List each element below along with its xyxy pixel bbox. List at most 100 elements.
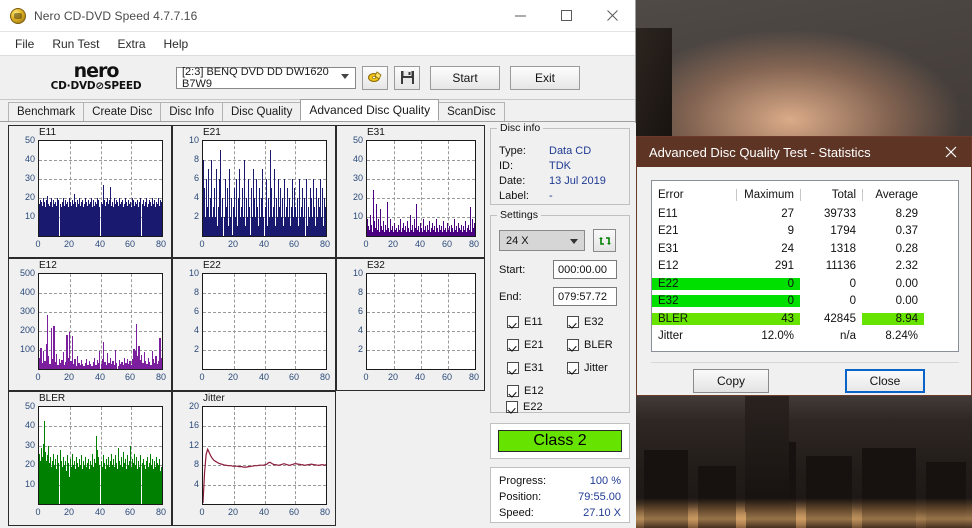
checkbox-label: Jitter [584,362,608,374]
window-titlebar: Nero CD-DVD Speed 4.7.7.16 [0,0,635,32]
cell-average: 0.28 [895,242,918,255]
floppy-save-icon[interactable] [394,65,420,90]
y-axis-tick-label: 20 [24,192,35,202]
gridline-horizontal [203,198,326,199]
x-axis-tick-label: 60 [288,372,299,382]
gridline-horizontal [203,160,326,161]
menu-help[interactable]: Help [155,34,198,54]
gridline-horizontal [203,331,326,332]
minimize-icon[interactable] [497,0,543,32]
column-header-total[interactable]: Total [800,188,862,201]
gridline-vertical [131,274,132,369]
menu-extra[interactable]: Extra [108,34,154,54]
table-row[interactable]: E11 27 39733 8.29 [652,205,958,223]
y-axis-tick-label: 8 [193,154,199,164]
table-row[interactable]: Jitter 12.0% n/a 8.24% [652,328,958,346]
menu-run-test[interactable]: Run Test [43,34,108,54]
table-row[interactable]: E12 291 11136 2.32 [652,258,958,276]
checkbox-icon [506,401,518,413]
y-axis-tick-label: 20 [188,401,199,411]
tab-advanced-disc-quality[interactable]: Advanced Disc Quality [300,99,440,121]
cell-total: 1794 [830,225,856,238]
start-button[interactable]: Start [430,65,500,90]
checkbox-e22: E22 [506,401,543,413]
start-input-value: 000:00.00 [558,263,607,276]
cell-error: E31 [658,242,679,255]
y-axis-tick-label: 40 [24,420,35,430]
checkbox-label: E11 [524,316,543,328]
chart-e31: E31 10 20 30 40 50 0 20 40 60 80 [336,125,485,258]
y-axis-tick-label: 500 [19,268,35,278]
gridline-horizontal [39,312,162,313]
table-row[interactable]: BLER 43 42845 8.94 [652,310,958,328]
tab-disc-quality[interactable]: Disc Quality [222,102,302,121]
x-axis-tick-label: 80 [155,239,166,249]
y-axis-tick-label: 16 [188,420,199,430]
menubar: File Run Test Extra Help [0,32,635,56]
class-badge-group: Class 2 [490,423,630,459]
cell-total: n/a [840,330,856,343]
speed-value: 27.10 X [583,507,621,519]
close-icon[interactable] [931,137,971,167]
chart-plot-area [366,140,476,237]
end-label: End: [499,291,522,303]
table-row[interactable]: E31 24 1318 0.28 [652,240,958,258]
gridline-vertical [234,274,235,369]
copy-button[interactable]: Copy [693,369,769,393]
checkbox-icon [507,339,519,351]
y-axis-tick-label: 8 [193,459,199,469]
column-header-average[interactable]: Average [862,188,924,201]
y-axis-tick-label: 12 [188,440,199,450]
exit-button[interactable]: Exit [510,65,580,90]
checkbox-icon [567,339,579,351]
progress-label: Progress: [499,475,547,487]
table-row[interactable]: E21 9 1794 0.37 [652,223,958,241]
end-input: 079:57.72 [553,287,617,306]
cell-average: 0.00 [895,295,918,308]
close-button[interactable]: Close [845,369,925,393]
close-icon[interactable] [589,0,635,32]
table-row[interactable]: E32 0 0 0.00 [652,293,958,311]
disc-info-key-id: ID: [499,160,514,172]
cell-average: 8.29 [895,207,918,220]
settings-legend: Settings [497,209,541,221]
table-header: Error Maximum Total Average [652,181,958,205]
column-header-error[interactable]: Error [652,189,736,201]
gridline-vertical [448,274,449,369]
checkbox-jitter: Jitter [567,362,608,374]
column-header-maximum[interactable]: Maximum [736,188,800,201]
gridline-horizontal [39,350,162,351]
tab-disc-info[interactable]: Disc Info [160,102,223,121]
maximize-icon[interactable] [543,0,589,32]
eject-disc-icon[interactable] [362,65,388,90]
y-axis-tick-label: 40 [352,154,363,164]
cell-total: 0 [849,277,856,290]
chart-bar [230,198,232,236]
gridline-vertical [394,141,395,236]
disc-info-key-date: Date: [499,175,526,187]
disc-info-value-label: - [549,190,553,202]
x-axis-tick-label: 80 [319,507,330,517]
position-label: Position: [499,491,542,503]
gridline-vertical [101,274,102,369]
chart-title: BLER [39,393,66,404]
refresh-speed-icon[interactable] [593,229,616,252]
gridline-horizontal [39,331,162,332]
y-axis-tick-label: 6 [193,173,199,183]
y-axis-tick-label: 20 [24,459,35,469]
drive-select[interactable]: [2:3] BENQ DVD DD DW1620 B7W9 [176,66,356,90]
cell-total: 11136 [825,260,856,273]
table-row[interactable]: E22 0 0 0.00 [652,275,958,293]
chart-bar [324,207,326,236]
x-axis-tick-label: 40 [258,507,269,517]
tab-create-disc[interactable]: Create Disc [83,102,162,121]
cell-average: 8.24% [885,330,918,343]
gridline-horizontal [203,293,326,294]
checkbox-label: E12 [524,385,544,397]
y-axis-tick-label: 400 [19,287,35,297]
x-axis-tick-label: 0 [363,372,369,382]
x-axis-tick-label: 60 [441,372,452,382]
menu-file[interactable]: File [6,34,43,54]
tab-benchmark[interactable]: Benchmark [8,102,85,121]
tab-scandisc[interactable]: ScanDisc [438,102,505,121]
